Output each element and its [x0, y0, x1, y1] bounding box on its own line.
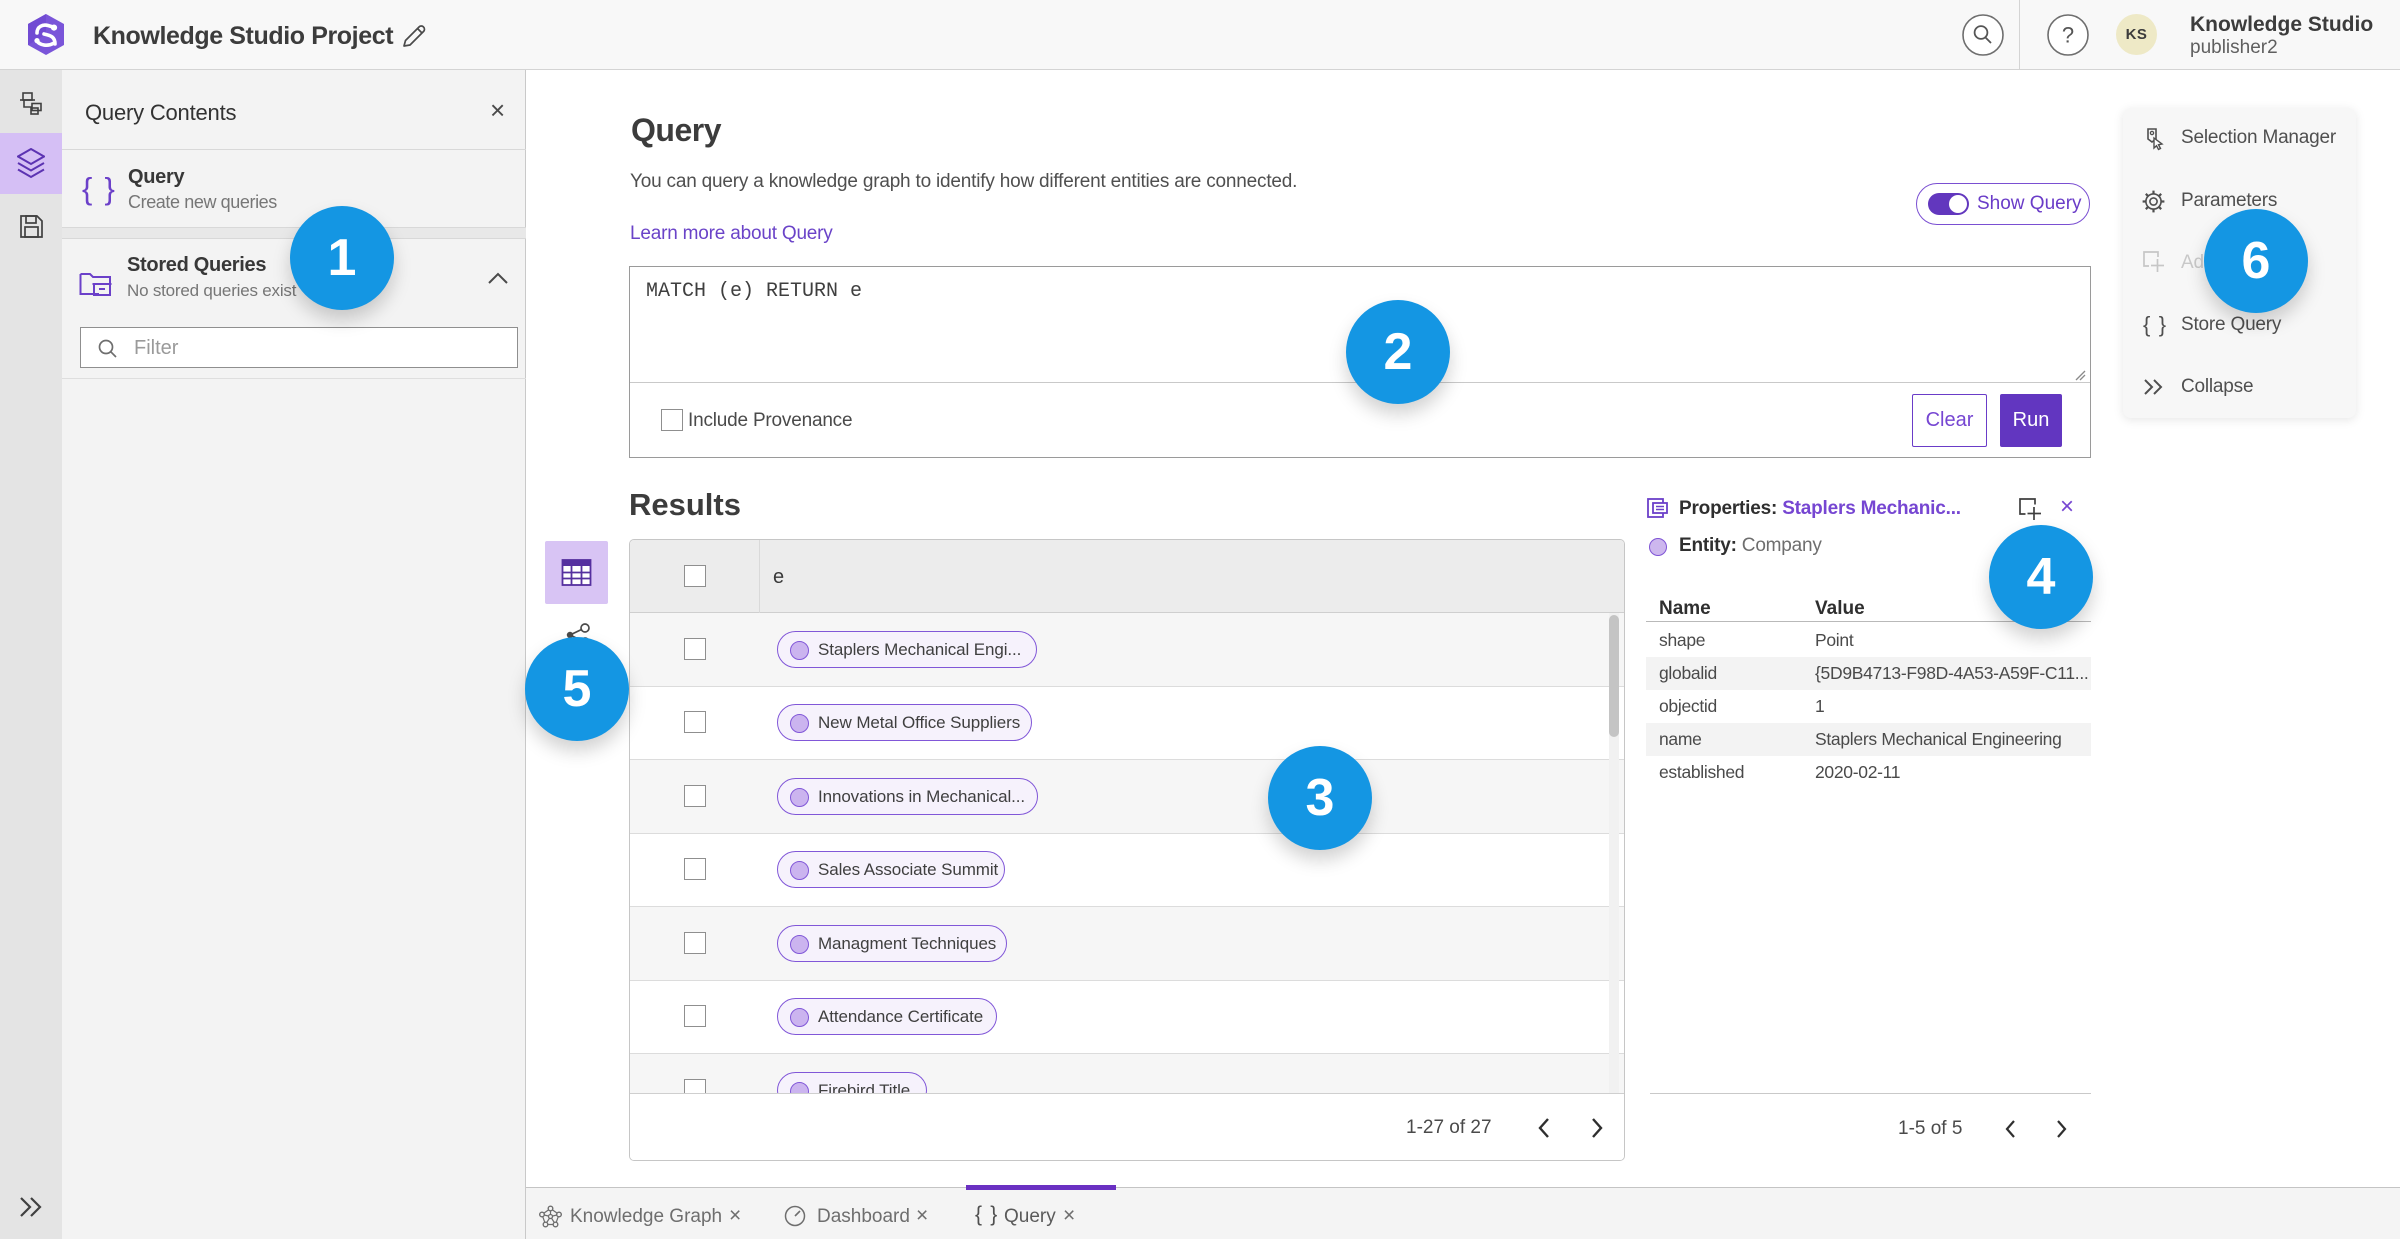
svg-text:?: ? — [2062, 23, 2074, 48]
